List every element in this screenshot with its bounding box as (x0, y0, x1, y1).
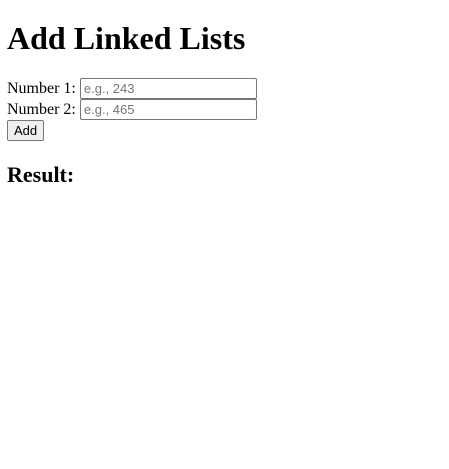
number1-input[interactable] (79, 78, 257, 99)
number2-label: Number 2: (7, 101, 76, 118)
number2-row: Number 2: (7, 99, 257, 120)
result-heading: Result: (7, 162, 75, 187)
page-title: Add Linked Lists (7, 20, 246, 56)
add-button[interactable]: Add (7, 120, 45, 141)
number2-input[interactable] (79, 99, 257, 120)
page-content: Add Linked Lists Number 1: Number 2: Add… (7, 0, 449, 469)
number1-label: Number 1: (7, 80, 76, 97)
number1-row: Number 1: (7, 78, 257, 99)
